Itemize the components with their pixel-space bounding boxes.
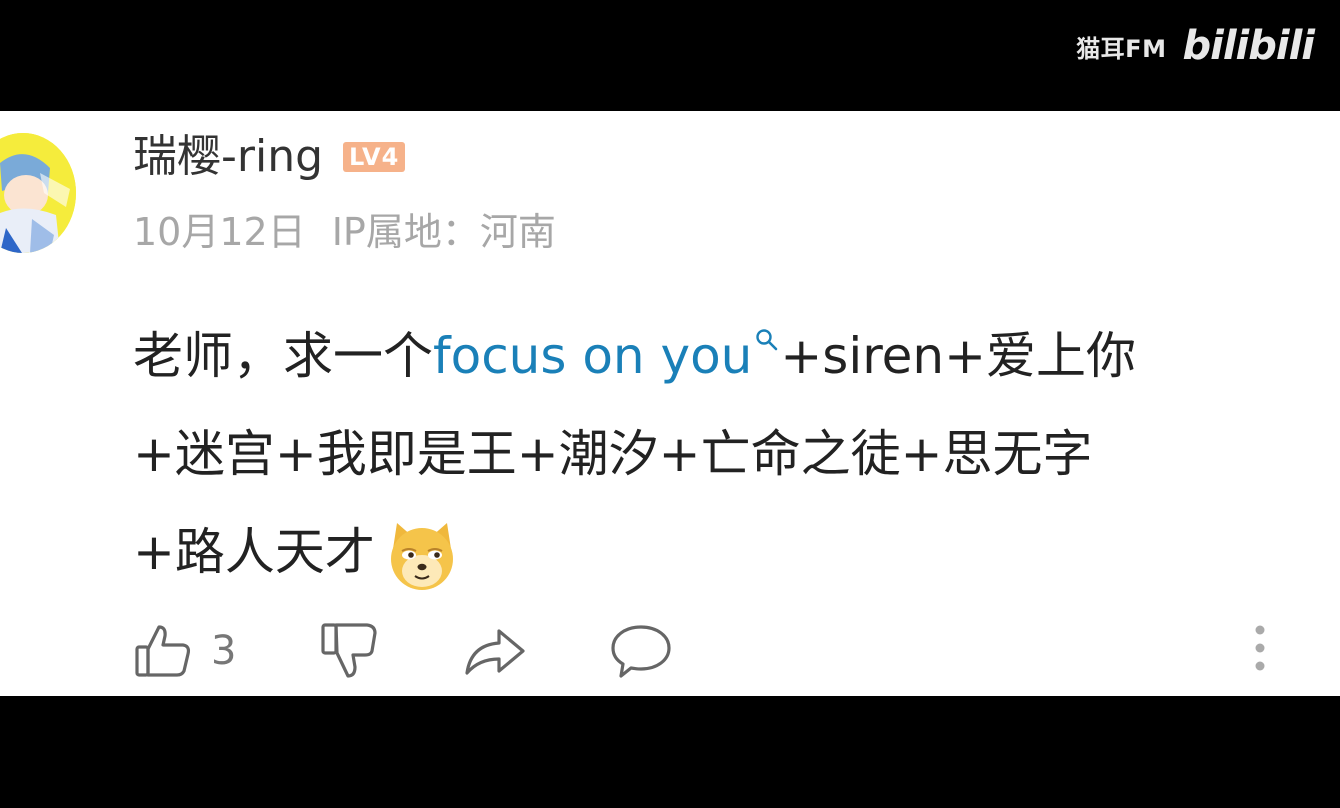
comment-text-segment: +迷宫+我即是王+潮汐+亡命之徒+思无字 (133, 425, 1093, 483)
share-button[interactable] (463, 621, 527, 681)
share-icon (465, 629, 525, 675)
comment-text-segment: +路人天才 (133, 523, 375, 581)
comment-card: 瑞樱-ring LV4 10月12日 IP属地：河南 老师，求一个focus o… (0, 111, 1340, 696)
comment-text-segment: +siren+爱上你 (780, 327, 1137, 385)
bilibili-logo: bilibili (1182, 23, 1315, 69)
comment-meta: 10月12日 IP属地：河南 (133, 213, 556, 251)
doge-emoji (390, 522, 453, 590)
ip-location: IP属地：河南 (331, 210, 556, 254)
comment-text: 老师，求一个focus on you +siren+爱上你 +迷宫+我即是王+潮汐+… (133, 307, 1293, 601)
comment-actions: 3 (133, 621, 1283, 681)
like-count: 3 (211, 628, 237, 674)
bottom-letterbox (0, 696, 1340, 808)
level-badge: LV4 (343, 142, 406, 172)
watermark: 猫耳FM bilibili (1076, 23, 1315, 69)
author-row: 瑞樱-ring LV4 (133, 135, 406, 179)
search-link-text: focus on you (433, 327, 753, 385)
top-letterbox: 猫耳FM bilibili (0, 0, 1340, 111)
dislike-button[interactable] (319, 621, 381, 681)
watermark-channel: 猫耳FM (1076, 34, 1167, 63)
like-button[interactable]: 3 (133, 621, 236, 681)
avatar-illustration (0, 133, 76, 253)
search-link[interactable]: focus on you (433, 327, 780, 385)
thumbs-down-icon (321, 623, 377, 678)
comment-date: 10月12日 (133, 210, 306, 254)
reply-button[interactable] (609, 621, 673, 681)
video-frame: 猫耳FM bilibili 瑞樱-ring LV4 10月12日 IP属地：河南… (0, 0, 1340, 808)
search-icon (756, 329, 778, 351)
comment-text-segment: 老师，求一个 (133, 327, 433, 385)
thumbs-up-icon (135, 625, 191, 677)
reply-icon (611, 625, 671, 678)
avatar[interactable] (0, 133, 76, 253)
more-options-button[interactable] (1245, 621, 1275, 681)
author-name[interactable]: 瑞樱-ring (133, 135, 323, 179)
more-icon (1255, 625, 1265, 671)
